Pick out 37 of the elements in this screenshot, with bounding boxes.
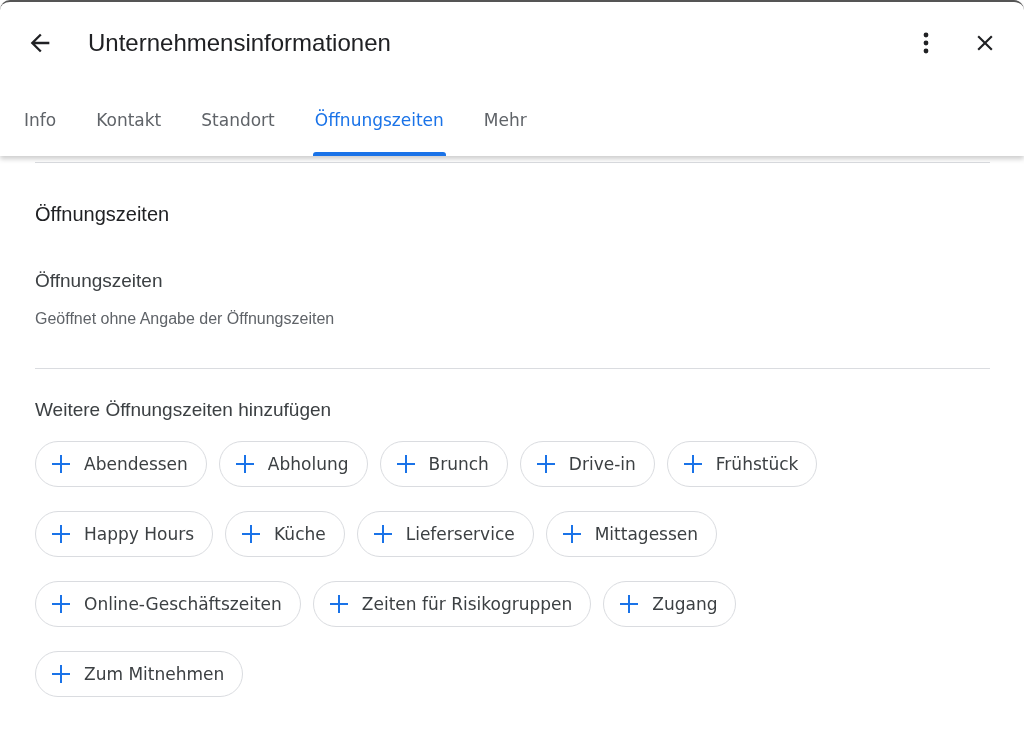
plus-icon — [52, 525, 70, 543]
plus-icon — [396, 455, 415, 473]
more-vert-icon — [922, 31, 930, 55]
tab[interactable]: Standort — [181, 84, 295, 156]
plus-icon — [52, 665, 70, 683]
add-hours-chip[interactable]: Abendessen — [35, 441, 207, 487]
add-hours-chip[interactable]: Happy Hours — [35, 511, 214, 557]
add-hours-chip[interactable]: Zeiten für Risikogruppen — [312, 581, 592, 627]
add-hours-chip[interactable]: Abholung — [218, 441, 368, 487]
add-hours-chip[interactable]: Drive-in — [519, 441, 655, 487]
plus-icon — [373, 525, 392, 543]
add-hours-chip[interactable]: Zugang — [603, 581, 737, 627]
dialog-title: Unternehmensinformationen — [88, 29, 392, 57]
add-hours-chip[interactable]: Zum Mitnehmen — [35, 651, 244, 697]
plus-icon — [235, 455, 254, 473]
add-hours-chip[interactable]: Lieferservice — [356, 511, 534, 557]
add-hours-chip[interactable]: Mittagessen — [545, 511, 718, 557]
plus-icon — [683, 455, 702, 473]
tab[interactable]: Info — [4, 84, 77, 156]
tab[interactable]: Öffnungszeiten — [294, 84, 464, 156]
plus-icon — [562, 525, 581, 543]
add-hours-chip[interactable]: Brunch — [379, 441, 508, 487]
add-hours-heading: Weitere Öffnungszeiten hinzufügen — [35, 399, 333, 421]
add-hours-chip[interactable]: Küche — [225, 511, 345, 557]
add-hours-chip[interactable]: Frühstück — [666, 441, 818, 487]
field-label: Öffnungszeiten — [35, 270, 164, 292]
plus-icon — [52, 595, 70, 613]
add-hours-chip[interactable]: Online-Geschäftszeiten — [35, 581, 301, 627]
plus-icon — [536, 455, 555, 473]
field-value: Geöffnet ohne Angabe der Öffnungszeiten — [35, 310, 336, 328]
tab[interactable]: Mehr — [463, 84, 547, 156]
plus-icon — [242, 525, 261, 543]
plus-icon — [620, 595, 639, 613]
plus-icon — [329, 595, 348, 613]
tab[interactable]: Kontakt — [76, 84, 182, 156]
section-heading: Öffnungszeiten — [35, 203, 171, 226]
plus-icon — [52, 455, 70, 473]
